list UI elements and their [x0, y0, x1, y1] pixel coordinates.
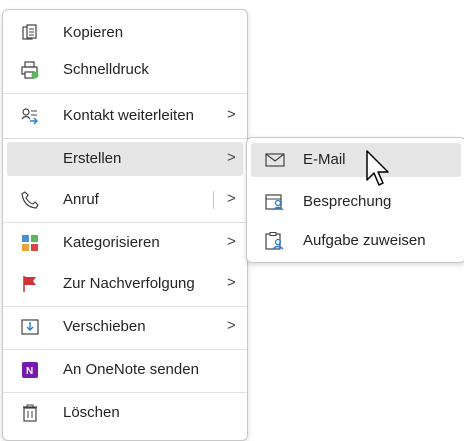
onenote-icon: N [21, 361, 39, 379]
menu-item-loeschen[interactable]: Löschen [7, 396, 243, 430]
menu-item-label: Kontakt weiterleiten [63, 107, 194, 124]
copy-icon [21, 24, 39, 42]
submenu-chevron-icon: > [227, 317, 236, 334]
flag-icon [21, 275, 39, 293]
menu-divider [3, 306, 247, 307]
quick-print-icon [21, 61, 39, 79]
menu-item-verschieben[interactable]: Verschieben > [7, 310, 243, 344]
categorize-icon [21, 234, 39, 252]
submenu-item-label: E-Mail [303, 151, 346, 168]
submenu-item-besprechung[interactable]: Besprechung [251, 185, 461, 219]
menu-item-label: Zur Nachverfolgung [63, 275, 195, 292]
menu-divider [3, 93, 247, 94]
menu-item-label: An OneNote senden [63, 361, 199, 378]
meeting-icon [265, 193, 285, 211]
menu-item-label: Erstellen [63, 150, 122, 167]
submenu-chevron-icon: > [227, 106, 236, 123]
submenu-chevron-icon: > [227, 149, 236, 166]
svg-text:N: N [26, 366, 33, 377]
phone-icon [21, 191, 39, 209]
menu-item-erstellen[interactable]: Erstellen > [7, 142, 243, 176]
menu-item-label: Löschen [63, 404, 120, 421]
menu-item-kopieren[interactable]: Kopieren [7, 16, 243, 50]
menu-item-label: Kopieren [63, 24, 124, 41]
menu-item-label: Schnelldruck [63, 61, 149, 78]
menu-item-zur-nachverfolgung[interactable]: Zur Nachverfolgung > [7, 267, 243, 301]
submenu-chevron-icon: > [227, 233, 236, 250]
mouse-pointer-icon [365, 150, 391, 194]
menu-item-label: Kategorisieren [63, 234, 160, 251]
submenu-item-aufgabe-zuweisen[interactable]: Aufgabe zuweisen [251, 224, 461, 258]
menu-item-schnelldruck[interactable]: Schnelldruck [7, 53, 243, 87]
task-assign-icon [265, 232, 285, 250]
mail-icon [265, 151, 285, 169]
submenu-chevron-icon: > [227, 190, 236, 207]
erstellen-submenu: E-Mail Besprechung Aufgabe zuweisen [246, 137, 464, 263]
menu-divider [3, 392, 247, 393]
menu-item-an-onenote-senden[interactable]: N An OneNote senden [7, 353, 243, 387]
menu-item-label: Verschieben [63, 318, 146, 335]
menu-item-kategorisieren[interactable]: Kategorisieren > [7, 226, 243, 260]
context-menu: Kopieren Schnelldruck Kontakt weiterleit… [2, 9, 248, 441]
menu-divider [3, 349, 247, 350]
forward-contact-icon [21, 107, 39, 125]
menu-item-anruf[interactable]: Anruf > [7, 183, 243, 217]
submenu-item-label: Besprechung [303, 193, 392, 210]
submenu-chevron-icon: > [227, 274, 236, 291]
submenu-item-email[interactable]: E-Mail [251, 143, 461, 177]
trash-icon [21, 404, 39, 422]
split-separator [213, 191, 214, 209]
move-icon [21, 318, 39, 336]
menu-divider [3, 222, 247, 223]
menu-divider [3, 138, 247, 139]
menu-item-kontakt-weiterleiten[interactable]: Kontakt weiterleiten > [7, 99, 243, 133]
submenu-item-label: Aufgabe zuweisen [303, 232, 426, 249]
menu-item-label: Anruf [63, 191, 99, 208]
